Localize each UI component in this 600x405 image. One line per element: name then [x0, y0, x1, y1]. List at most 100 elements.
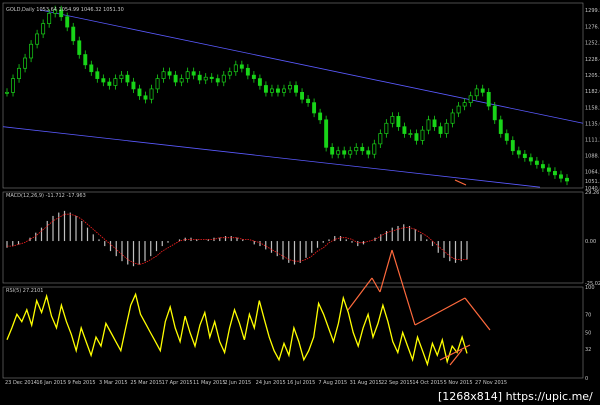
price-ytick-label: 1276.1: [585, 24, 600, 30]
price-candle-body: [209, 76, 214, 79]
price-candle-body: [143, 95, 148, 100]
price-candle-body: [35, 33, 40, 45]
price-candle-body: [480, 88, 485, 93]
price-candle-body: [29, 43, 34, 59]
price-candle-body: [167, 71, 172, 76]
chart-canvas: 1299.5 1276.1 1252.2 1228.4 1205.2 1182.0 1158…: [2, 2, 600, 403]
price-candle-body: [414, 133, 419, 141]
price-candle-body: [546, 167, 551, 172]
xtick-label: 16 Jul 2015: [287, 380, 315, 386]
xtick-label: 23 Dec 2014: [5, 380, 37, 386]
price-ytick-label: 1111.2: [585, 138, 600, 144]
macd-panel-title: MACD(12,26,9) -11.712 -17.963: [6, 193, 86, 199]
price-candle-body: [372, 143, 377, 155]
price-candle-body: [47, 12, 52, 24]
rsi-panel-title: RSI(5) 27.2101: [6, 288, 43, 294]
price-candle-body: [101, 78, 106, 83]
price-candle-body: [288, 85, 292, 90]
price-candle-body: [173, 74, 178, 83]
price-candle-body: [41, 23, 46, 35]
price-candle-body: [324, 119, 329, 148]
price-ytick-label: 1228.4: [585, 57, 600, 63]
price-candle-body: [366, 150, 371, 155]
price-candle-body: [318, 112, 323, 121]
price-candle-body: [71, 26, 76, 42]
annotation-arrow-segment: [371, 277, 381, 293]
price-candle-body: [438, 126, 443, 134]
price-candle-body: [336, 150, 341, 155]
price-candle-body: [342, 150, 347, 155]
price-candle-body: [125, 74, 130, 83]
rsi-ytick-label: 32: [585, 347, 591, 353]
price-candle-body: [330, 146, 335, 155]
lower-trendline: [2, 126, 541, 188]
xtick-label: 17 Apr 2015: [162, 380, 193, 386]
price-ytick-label: 1158.2: [585, 105, 600, 111]
price-candle-body: [348, 150, 353, 155]
price-candle-body: [498, 119, 503, 134]
price-candle-body: [119, 74, 124, 79]
price-candle-body: [510, 140, 515, 152]
rsi-ytick-label: 50: [585, 331, 591, 337]
price-candle-body: [95, 71, 100, 79]
price-candle-body: [390, 116, 395, 124]
xtick-label: 22 Sep 2015: [381, 380, 413, 386]
price-candle-body: [221, 74, 226, 83]
watermark-text: [1268x814] https://upic.me/: [438, 390, 593, 403]
price-panel: [5, 5, 569, 186]
price-ytick-label: 1299.5: [585, 8, 600, 14]
trendlines: [2, 9, 584, 188]
annotation-arrow-segment: [414, 297, 466, 326]
price-candle-body: [17, 67, 21, 79]
price-candle-body: [444, 122, 449, 134]
xtick-label: 7 Aug 2015: [318, 380, 347, 386]
price-candle-body: [185, 71, 190, 79]
rsi-ytick-label: 0: [585, 376, 588, 382]
price-candle-body: [179, 78, 184, 83]
price-candle-body: [300, 91, 305, 100]
price-candle-body: [565, 177, 569, 182]
price-candle-body: [426, 119, 431, 131]
price-frame: [2, 2, 584, 189]
price-candle-body: [203, 76, 208, 81]
price-ytick-label: 1205.2: [585, 73, 600, 79]
price-candle-body: [432, 119, 437, 128]
price-candle-body: [378, 133, 383, 145]
price-candle-body: [155, 78, 160, 90]
price-candle-body: [23, 57, 28, 69]
xtick-label: 25 Mar 2015: [130, 380, 162, 386]
price-candle-body: [553, 171, 557, 176]
price-candle-body: [113, 78, 118, 86]
price-candle-body: [137, 88, 142, 97]
price-candle-body: [516, 150, 521, 155]
price-candle-body: [450, 112, 455, 124]
price-panel-title: GOLD,Daily 1053.64 1054.99 1046.32 1051.…: [6, 7, 124, 13]
price-ytick-label: 1135.0: [585, 121, 600, 127]
price-candle-body: [462, 102, 467, 107]
price-candle-body: [306, 98, 311, 103]
price-candle-body: [227, 71, 232, 76]
rsi-ytick-label: 100: [585, 285, 595, 291]
price-candle-body: [354, 146, 359, 152]
price-ytick-label: 1064.5: [585, 170, 600, 176]
price-candle-body: [131, 81, 136, 90]
price-ytick-label: 1088.1: [585, 153, 600, 159]
xtick-label: 3 Mar 2015: [99, 380, 128, 386]
panel-frames: [2, 2, 584, 379]
rsi-line: [6, 292, 468, 367]
annotation-arrow-segment: [464, 297, 491, 331]
price-candle-body: [5, 91, 9, 94]
price-candle-body: [282, 88, 286, 93]
price-ytick-label: 1051.3: [585, 179, 600, 185]
price-candle-body: [83, 54, 88, 66]
price-candle-body: [384, 122, 389, 134]
price-candle-body: [251, 74, 256, 79]
xtick-label: 24 Jun 2015: [256, 380, 286, 386]
price-candle-body: [456, 105, 461, 114]
price-candle-body: [522, 153, 527, 158]
price-candle-body: [77, 40, 82, 55]
macd-ytick-label: 29.267: [585, 190, 600, 196]
macd-panel: [6, 210, 468, 267]
xtick-label: 16 Jan 2015: [36, 380, 66, 386]
price-candle-body: [269, 88, 274, 93]
